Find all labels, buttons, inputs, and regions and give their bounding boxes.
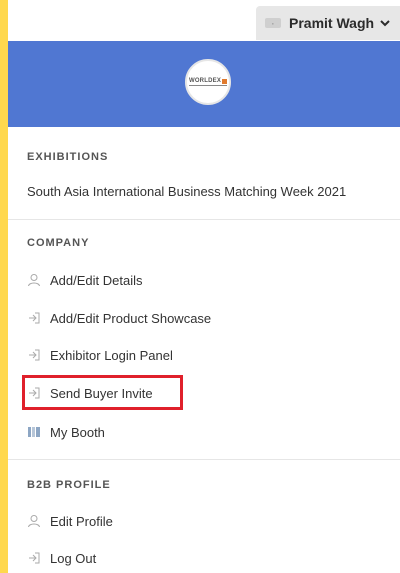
menu-item-label: Add/Edit Details	[50, 272, 143, 288]
menu-item-log-out[interactable]: Log Out	[27, 546, 96, 570]
menu-item-send-buyer-invite[interactable]: Send Buyer Invite	[27, 381, 153, 405]
booth-icon	[27, 425, 41, 439]
menu-item-product-showcase[interactable]: Add/Edit Product Showcase	[27, 306, 211, 330]
user-name: Pramit Wagh	[289, 15, 375, 31]
divider	[8, 459, 400, 460]
menu-item-add-edit-details[interactable]: Add/Edit Details	[27, 268, 143, 292]
menu-item-label: Exhibitor Login Panel	[50, 347, 173, 363]
section-header-b2b-profile: B2B PROFILE	[27, 479, 111, 491]
chevron-down-icon	[380, 17, 392, 29]
menu-item-label: Send Buyer Invite	[50, 385, 153, 401]
menu-item-edit-profile[interactable]: Edit Profile	[27, 509, 113, 533]
sign-in-icon	[27, 551, 41, 565]
sign-in-icon	[27, 348, 41, 362]
divider	[8, 219, 400, 220]
dropdown-panel: ▪ Pramit Wagh WORLDEX EXHIBITIONS South …	[8, 0, 400, 573]
menu-item-label: Log Out	[50, 550, 97, 566]
user-icon	[27, 514, 41, 528]
user-icon	[27, 273, 41, 287]
top-bar: ▪ Pramit Wagh	[8, 0, 400, 41]
logo-text: WORLDEX	[188, 78, 228, 86]
sign-in-icon	[27, 311, 41, 325]
section-header-company: COMPANY	[27, 237, 90, 249]
user-menu-button[interactable]: ▪ Pramit Wagh	[256, 6, 400, 40]
menu-item-label: Add/Edit Product Showcase	[50, 310, 212, 326]
menu-item-label: My Booth	[50, 424, 105, 440]
profile-banner: WORLDEX	[8, 41, 400, 127]
section-header-exhibitions: EXHIBITIONS	[27, 151, 109, 163]
menu-item-exhibitor-login[interactable]: Exhibitor Login Panel	[27, 343, 173, 367]
company-logo-thumbnail-icon: ▪	[265, 18, 281, 28]
exhibition-link[interactable]: South Asia International Business Matchi…	[27, 184, 346, 199]
company-logo: WORLDEX	[185, 59, 231, 105]
sign-in-icon	[27, 386, 41, 400]
menu-item-label: Edit Profile	[50, 513, 113, 529]
menu-item-my-booth[interactable]: My Booth	[27, 420, 105, 444]
